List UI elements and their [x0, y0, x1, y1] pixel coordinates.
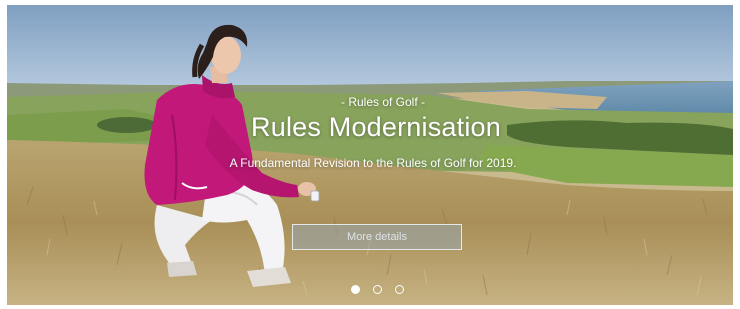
carousel-dot-1[interactable] [351, 285, 360, 294]
slide-kicker: - Rules of Golf - [340, 95, 426, 109]
slide-subtitle: A Fundamental Revision to the Rules of G… [229, 156, 517, 170]
hero-carousel: - Rules of Golf - Rules Modernisation A … [7, 5, 733, 305]
slide-title: Rules Modernisation [251, 112, 501, 142]
more-details-button[interactable]: More details [292, 224, 462, 250]
carousel-pagination [349, 285, 409, 297]
hero-photo [7, 5, 733, 305]
carousel-dot-2[interactable] [373, 285, 382, 294]
carousel-dot-3[interactable] [395, 285, 404, 294]
